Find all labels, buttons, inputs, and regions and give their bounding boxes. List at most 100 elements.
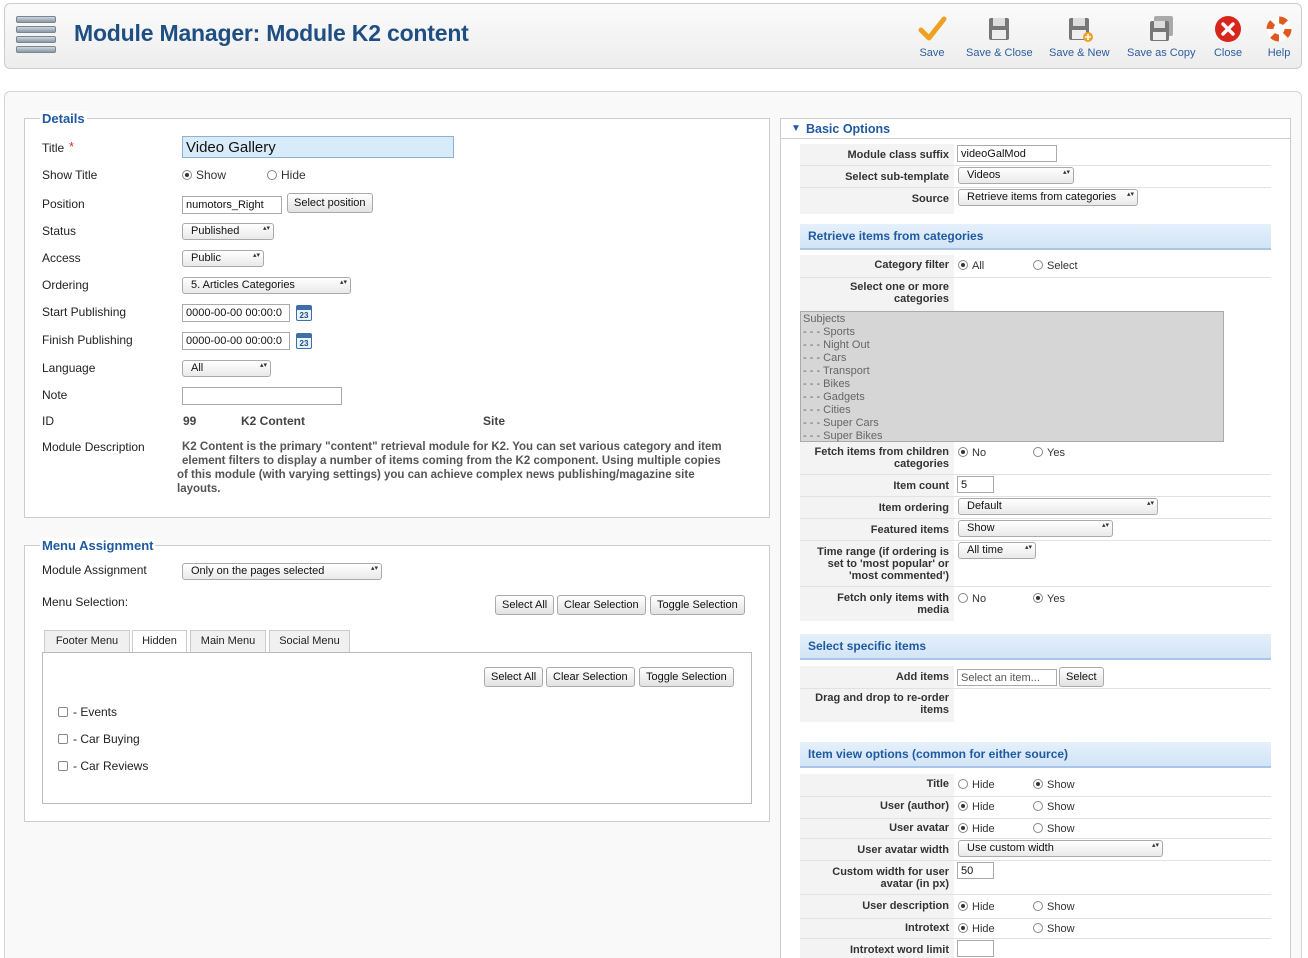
save-new-button[interactable]: Save & New: [1049, 14, 1110, 59]
row-divider: [800, 894, 1271, 895]
item-ordering-select[interactable]: Default: [958, 498, 1158, 515]
radio-icon: [1033, 260, 1043, 270]
radio-checked-icon: [182, 170, 192, 180]
calendar-icon[interactable]: 23: [296, 305, 312, 321]
show-title-show-radio[interactable]: Show: [182, 168, 226, 182]
avatar-option-label: User avatar: [889, 822, 949, 834]
fetch-media-no-radio[interactable]: No: [958, 593, 986, 605]
radio-icon: [1033, 901, 1043, 911]
note-input[interactable]: [182, 387, 342, 405]
radio-icon: [267, 170, 277, 180]
module-class-suffix-input[interactable]: videoGalMod: [957, 145, 1057, 162]
collapse-arrow-icon[interactable]: ▼: [791, 123, 801, 134]
ordering-select[interactable]: 5. Articles Categories: [182, 277, 351, 294]
avatar-hide-radio[interactable]: Hide: [958, 823, 995, 835]
start-publishing-label: Start Publishing: [42, 305, 127, 319]
save-new-label: Save & New: [1049, 47, 1110, 59]
show-title-hide-radio[interactable]: Hide: [267, 168, 306, 182]
module-assignment-select[interactable]: Only on the pages selected: [182, 563, 382, 580]
menu-item-car-reviews[interactable]: - Car Reviews: [58, 759, 148, 773]
required-mark: *: [69, 139, 75, 154]
radio-checked-icon: [1033, 779, 1043, 789]
author-show-radio[interactable]: Show: [1033, 801, 1075, 813]
select-all-button[interactable]: Select All: [495, 595, 555, 615]
status-select[interactable]: Published: [182, 223, 274, 240]
checkbox-icon: [58, 734, 68, 744]
start-publishing-input[interactable]: 0000-00-00 00:00:0: [182, 304, 290, 322]
title-input[interactable]: Video Gallery: [182, 136, 454, 158]
help-button[interactable]: Help: [1264, 14, 1294, 59]
custom-width-input[interactable]: 50: [957, 862, 994, 879]
item-count-label: Item count: [893, 480, 949, 492]
row-divider: [800, 187, 1271, 188]
categories-section-header: Retrieve items from categories: [800, 224, 1271, 250]
tab-social-menu[interactable]: Social Menu: [269, 630, 350, 652]
panel-select-all-button[interactable]: Select All: [484, 667, 544, 687]
avatar-show-radio[interactable]: Show: [1033, 823, 1075, 835]
item-count-input[interactable]: 5: [957, 476, 994, 493]
introtext-show-radio[interactable]: Show: [1033, 923, 1075, 935]
save-close-label: Save & Close: [966, 47, 1033, 59]
row-divider: [800, 838, 1271, 839]
basic-options-header[interactable]: Basic Options: [806, 122, 890, 136]
disk-plus-icon: [1069, 18, 1094, 42]
title-hide-radio[interactable]: Hide: [958, 779, 995, 791]
finish-publishing-input[interactable]: 0000-00-00 00:00:0: [182, 332, 290, 350]
save-copy-button[interactable]: Save as Copy: [1127, 14, 1195, 59]
introtext-word-limit-label: Introtext word limit: [850, 944, 949, 956]
avatar-width-select[interactable]: Use custom width: [958, 840, 1163, 857]
row-divider: [800, 277, 1271, 278]
calendar-icon[interactable]: 23: [296, 333, 312, 349]
source-select[interactable]: Retrieve items from categories: [958, 189, 1138, 206]
menu-selection-label: Menu Selection:: [42, 595, 129, 609]
save-button[interactable]: Save: [917, 14, 947, 59]
panel-toggle-selection-button[interactable]: Toggle Selection: [639, 667, 734, 687]
toggle-selection-button[interactable]: Toggle Selection: [650, 595, 745, 615]
radio-icon: [1033, 447, 1043, 457]
item-view-header: Item view options (common for either sou…: [800, 742, 1271, 768]
save-close-button[interactable]: Save & Close: [966, 14, 1033, 59]
clear-selection-button[interactable]: Clear Selection: [557, 595, 646, 615]
tab-main-menu[interactable]: Main Menu: [190, 630, 266, 652]
category-filter-select-radio[interactable]: Select: [1033, 260, 1078, 272]
user-description-hide-radio[interactable]: Hide: [958, 901, 995, 913]
featured-items-select[interactable]: Show: [958, 520, 1113, 537]
tab-hidden[interactable]: Hidden: [132, 630, 187, 653]
categories-listbox[interactable]: Subjects - - - Sports - - - Night Out - - -…: [800, 311, 1224, 442]
category-filter-all-radio[interactable]: All: [958, 260, 984, 272]
module-description-label: Module Description: [42, 440, 145, 454]
id-value: 99: [183, 414, 197, 428]
user-description-show-radio[interactable]: Show: [1033, 901, 1075, 913]
select-position-button[interactable]: Select position: [287, 193, 373, 213]
time-range-select[interactable]: All time: [958, 542, 1036, 559]
module-assignment-label: Module Assignment: [42, 563, 147, 577]
fetch-children-no-radio[interactable]: No: [958, 447, 986, 459]
menu-item-events[interactable]: - Events: [58, 705, 117, 719]
select-item-button[interactable]: Select: [1059, 667, 1104, 687]
specific-items-header: Select specific items: [800, 634, 1271, 660]
language-label: Language: [42, 361, 96, 375]
introtext-hide-radio[interactable]: Hide: [958, 923, 995, 935]
fetch-media-yes-radio[interactable]: Yes: [1033, 593, 1065, 605]
position-input[interactable]: numotors_Right: [182, 196, 282, 214]
item-ordering-label: Item ordering: [878, 502, 949, 514]
close-button[interactable]: Close: [1213, 14, 1243, 59]
language-select[interactable]: All: [182, 360, 271, 377]
panel-clear-selection-button[interactable]: Clear Selection: [546, 667, 635, 687]
access-select[interactable]: Public: [182, 250, 264, 267]
row-divider: [800, 818, 1271, 819]
introtext-word-limit-input[interactable]: [957, 940, 994, 957]
tab-footer-menu[interactable]: Footer Menu: [44, 630, 130, 652]
drag-reorder-label: Drag and drop to re-order items: [815, 692, 949, 716]
radio-checked-icon: [958, 260, 968, 270]
fetch-children-yes-radio[interactable]: Yes: [1033, 447, 1065, 459]
title-label: Title: [42, 141, 65, 155]
menu-item-car-buying[interactable]: - Car Buying: [58, 732, 140, 746]
title-show-radio[interactable]: Show: [1033, 779, 1075, 791]
radio-checked-icon: [958, 923, 968, 933]
add-items-input[interactable]: Select an item...: [957, 669, 1057, 686]
sub-template-select[interactable]: Videos: [958, 167, 1074, 184]
custom-width-label: Custom width for user avatar (in px): [832, 866, 949, 890]
author-hide-radio[interactable]: Hide: [958, 801, 995, 813]
row-divider: [800, 165, 1271, 166]
